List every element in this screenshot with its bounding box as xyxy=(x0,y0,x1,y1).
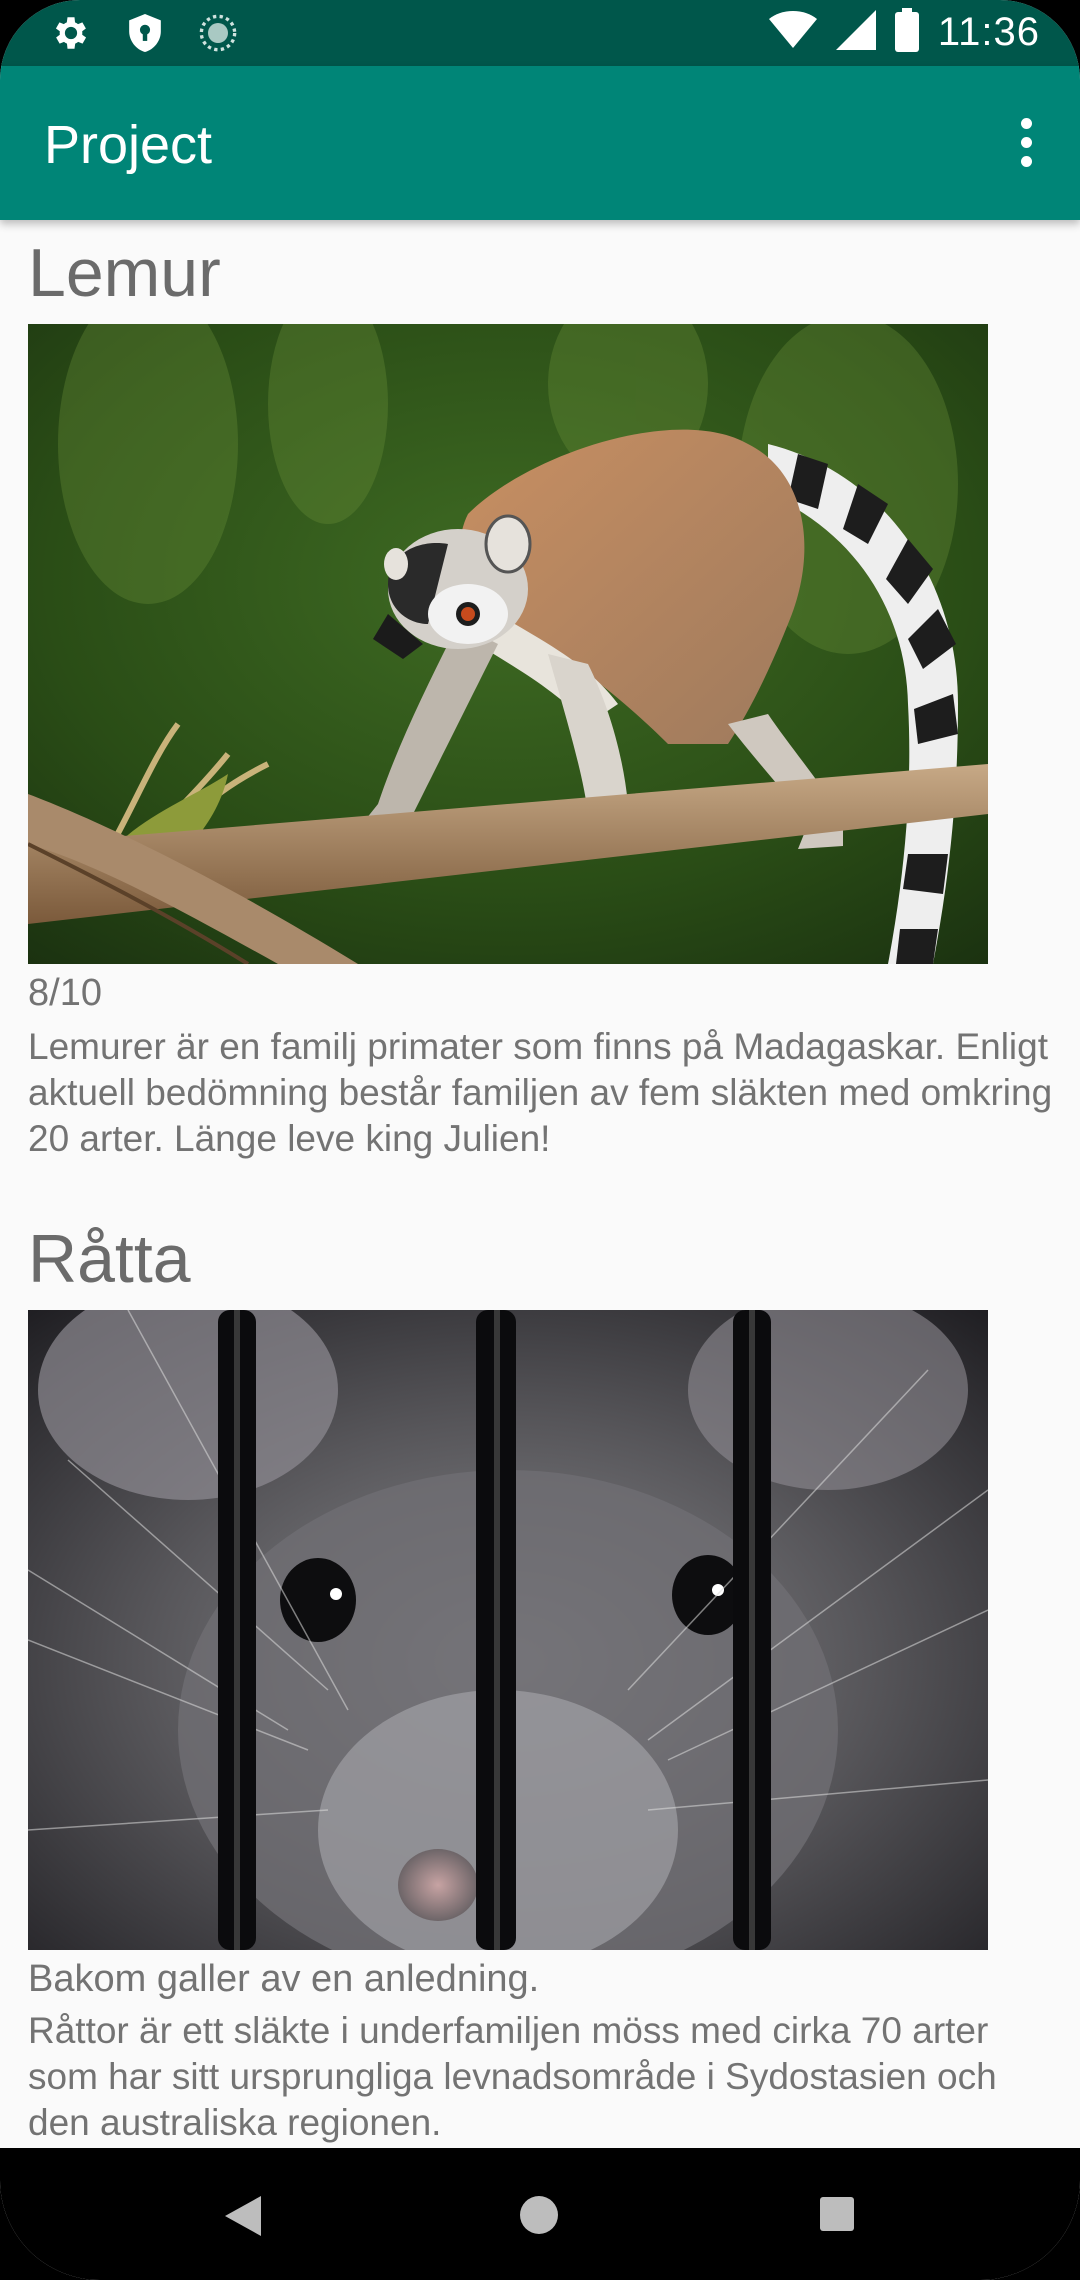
app-bar: Project xyxy=(0,66,1080,220)
signal-icon xyxy=(835,10,876,55)
rat-image xyxy=(28,1310,988,1950)
animal-caption: Bakom galler av en anledning. xyxy=(28,1958,540,2000)
animal-list[interactable]: Lemur 8/10 Lemurer är en familj primater… xyxy=(0,220,1080,2148)
status-bar: 11:36 xyxy=(0,0,1080,66)
sync-icon xyxy=(198,13,238,58)
wifi-icon xyxy=(768,10,818,55)
animal-description: Lemurer är en familj primater som finns … xyxy=(28,1026,1053,1159)
lemur-image xyxy=(28,324,988,964)
animal-title: Råtta xyxy=(28,1221,191,1297)
shield-icon xyxy=(126,12,164,59)
gear-icon xyxy=(50,12,92,59)
animal-description: Råttor är ett släkte i underfamiljen mös… xyxy=(28,2010,997,2143)
more-vert-icon[interactable] xyxy=(998,110,1054,174)
navigation-bar xyxy=(0,2148,1080,2280)
recents-icon[interactable] xyxy=(820,2197,854,2231)
animal-title: Lemur xyxy=(28,235,221,311)
animal-caption: 8/10 xyxy=(28,972,102,1014)
status-clock: 11:36 xyxy=(937,10,1040,54)
battery-icon xyxy=(894,8,920,57)
back-icon[interactable] xyxy=(225,2196,261,2241)
phone-screen: 11:36 Project Lemur 8/10 Lemurer är en f… xyxy=(0,0,1080,2280)
app-title: Project xyxy=(44,115,213,175)
home-icon[interactable] xyxy=(520,2196,558,2234)
